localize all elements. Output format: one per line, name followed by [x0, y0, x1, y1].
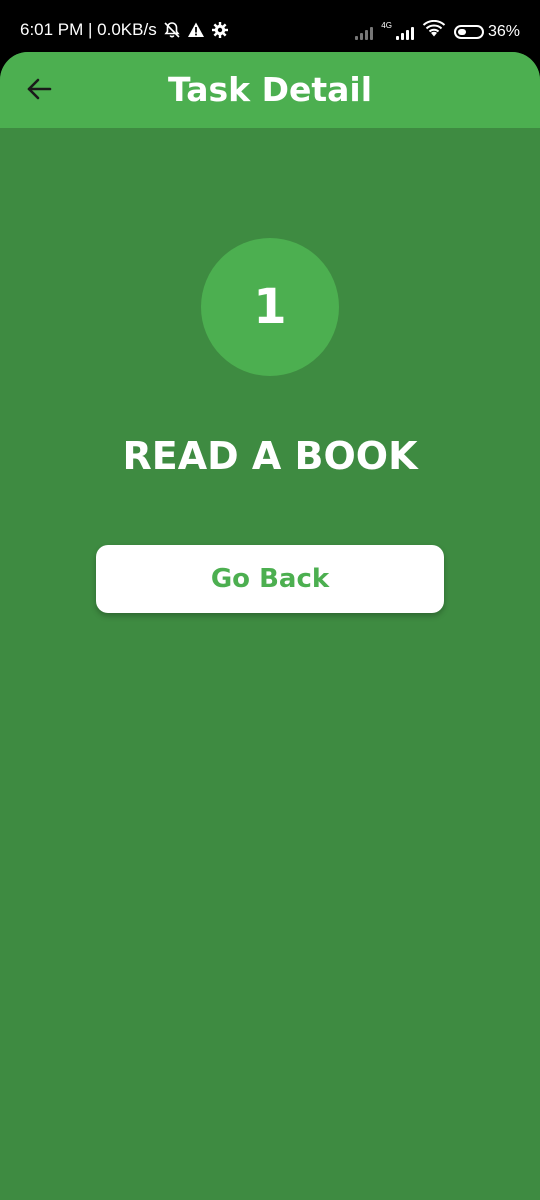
status-time-speed: 6:01 PM | 0.0KB/s [20, 20, 157, 39]
status-left: 6:01 PM | 0.0KB/s [20, 20, 229, 40]
network-type-label: 4G [381, 20, 392, 30]
wifi-icon [422, 19, 446, 43]
status-right: 4G 36% [355, 19, 520, 43]
battery-percent: 36% [487, 22, 520, 40]
task-title: READ A BOOK [122, 434, 418, 478]
gear-icon [211, 21, 229, 39]
signal-icon-sim1 [355, 24, 374, 40]
task-number-badge: 1 [201, 238, 339, 376]
go-back-button[interactable]: Go Back [96, 545, 444, 613]
warning-icon [187, 21, 205, 39]
page-title: Task Detail [167, 70, 373, 109]
battery-indicator: 36% [453, 22, 520, 41]
app-bar: Task Detail [0, 52, 540, 128]
task-detail-screen: Task Detail 1 READ A BOOK Go Back [0, 52, 540, 1200]
signal-icon-sim2 [395, 24, 414, 40]
bell-off-icon [163, 21, 181, 39]
battery-icon [453, 24, 484, 39]
battery-fill [457, 28, 466, 35]
